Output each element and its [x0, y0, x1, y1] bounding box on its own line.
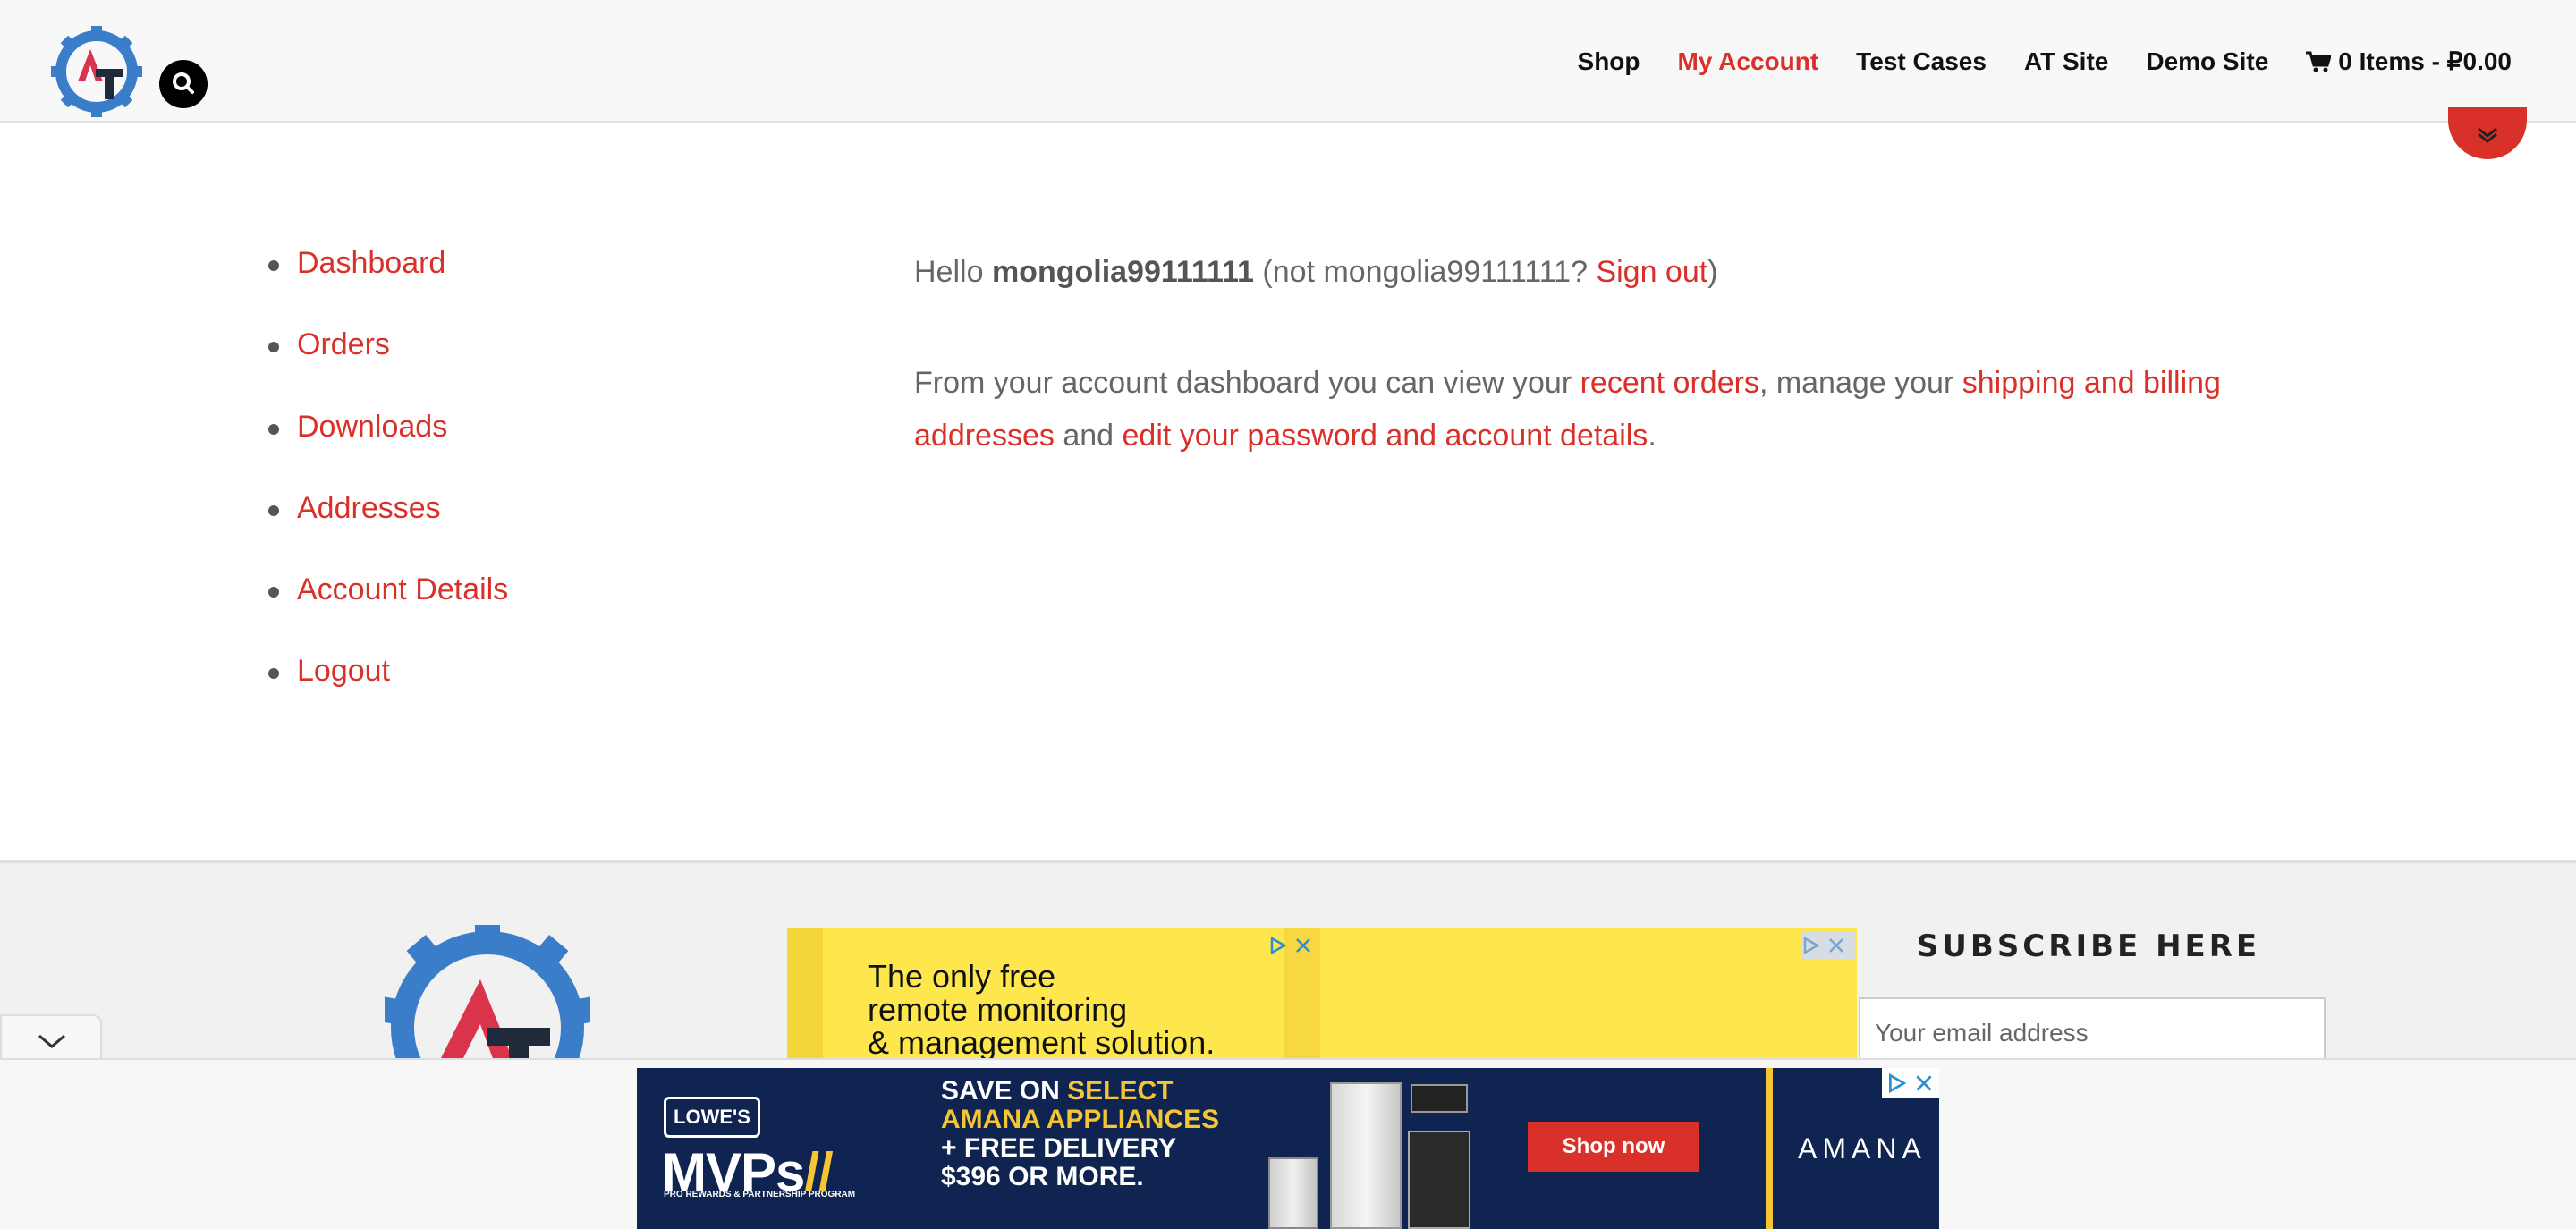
cart-icon	[2306, 51, 2332, 72]
site-logo[interactable]	[51, 26, 142, 117]
double-chevron-down-icon	[2478, 127, 2497, 143]
greeting: Hello mongolia99111111 (not mongolia9911…	[914, 246, 2238, 299]
cart-summary: 0 Items - ₽0.00	[2338, 47, 2512, 75]
account-nav-item: Account Details	[261, 572, 508, 654]
close-ad-icon[interactable]	[1293, 936, 1313, 955]
adchoices-icon	[1270, 936, 1287, 955]
bottom-banner-ad[interactable]: LOWE'S MVPs// PRO REWARDS & PARTNERSHIP …	[637, 1068, 1939, 1229]
recent-orders-link[interactable]: recent orders	[1580, 366, 1759, 400]
dishwasher-image	[1268, 1157, 1318, 1229]
account-nav-item: Addresses	[261, 491, 508, 572]
shop-now-button[interactable]: Shop now	[1528, 1122, 1699, 1172]
cart-link[interactable]: 0 Items - ₽0.00	[2306, 47, 2512, 76]
account-nav-account-details[interactable]: Account Details	[297, 572, 508, 607]
site-header: Shop My Account Test Cases AT Site Demo …	[0, 0, 2576, 123]
close-ad-icon[interactable]	[1913, 1072, 1935, 1094]
dashboard-content: Hello mongolia99111111 (not mongolia9911…	[914, 246, 2238, 521]
amana-logo: AMANA	[1798, 1132, 1927, 1165]
mvps-subtitle: PRO REWARDS & PARTNERSHIP PROGRAM	[664, 1190, 856, 1199]
ad-line: remote monitoring	[868, 991, 1128, 1028]
username: mongolia99111111	[991, 255, 1254, 289]
account-nav-logout[interactable]: Logout	[297, 654, 390, 689]
collapse-ad-tab[interactable]	[0, 1014, 102, 1061]
account-nav-item: Downloads	[261, 410, 508, 491]
footer-ad-left[interactable]: The only free remote monitoring & manage…	[787, 928, 1320, 1062]
ad-choices[interactable]	[1268, 931, 1320, 960]
nav-test-cases[interactable]: Test Cases	[1856, 47, 1987, 76]
account-nav-item: Dashboard	[261, 246, 508, 327]
footer-ad-right[interactable]	[1320, 928, 1857, 1062]
main-nav: Shop My Account Test Cases AT Site Demo …	[1578, 47, 2512, 76]
refrigerator-image	[1330, 1082, 1402, 1229]
offer-text: SAVE ON	[941, 1076, 1068, 1106]
ad-line: The only free	[868, 958, 1056, 995]
ad-choices[interactable]	[1801, 931, 1855, 960]
offer-text: + FREE DELIVERY $396 OR MORE.	[941, 1133, 1176, 1191]
search-icon	[173, 72, 194, 94]
account-nav-item: Logout	[261, 654, 508, 735]
greeting-hello: Hello	[914, 255, 984, 289]
account-nav-item: Orders	[261, 327, 508, 409]
greeting-close: )	[1707, 255, 1718, 289]
account-navigation: Dashboard Orders Downloads Addresses Acc…	[261, 246, 508, 736]
adchoices-icon	[1803, 936, 1820, 955]
description-text: , manage your	[1758, 366, 1954, 400]
description-text: .	[1648, 419, 1657, 453]
subscribe-heading: SUBSCRIBE HERE	[1916, 928, 2261, 964]
greeting-not-user: (not mongolia99111111?	[1262, 255, 1588, 289]
description-text: From your account dashboard you can view…	[914, 366, 1572, 400]
nav-demo-site[interactable]: Demo Site	[2146, 47, 2268, 76]
header-toggle-tab[interactable]	[2448, 107, 2527, 159]
account-nav-orders[interactable]: Orders	[297, 327, 390, 362]
account-nav-dashboard[interactable]: Dashboard	[297, 246, 445, 281]
account-nav-downloads[interactable]: Downloads	[297, 410, 447, 445]
close-ad-icon[interactable]	[1826, 936, 1846, 955]
ad-choices[interactable]	[1882, 1068, 1939, 1098]
ad-offer-text: SAVE ON SELECT AMANA APPLIANCES + FREE D…	[941, 1077, 1227, 1191]
ad-line: & management solution.	[868, 1024, 1216, 1061]
nav-my-account[interactable]: My Account	[1678, 47, 1819, 76]
account-details-link[interactable]: edit your password and account details	[1123, 419, 1648, 453]
range-image	[1408, 1131, 1470, 1229]
ad-headline: The only free remote monitoring & manage…	[868, 960, 1215, 1059]
description-text: and	[1063, 419, 1114, 453]
nav-shop[interactable]: Shop	[1578, 47, 1640, 76]
footer-logo[interactable]	[385, 925, 590, 1059]
sign-out-link[interactable]: Sign out	[1596, 255, 1707, 289]
adchoices-icon	[1889, 1072, 1907, 1094]
account-nav-addresses[interactable]: Addresses	[297, 491, 441, 526]
nav-at-site[interactable]: AT Site	[2024, 47, 2108, 76]
microwave-image	[1411, 1084, 1468, 1113]
dashboard-description: From your account dashboard you can view…	[914, 357, 2238, 462]
search-button[interactable]	[159, 60, 208, 108]
lowes-logo: LOWE'S	[664, 1097, 760, 1138]
chevron-down-icon	[38, 1034, 65, 1048]
ad-stripe	[787, 928, 823, 1062]
